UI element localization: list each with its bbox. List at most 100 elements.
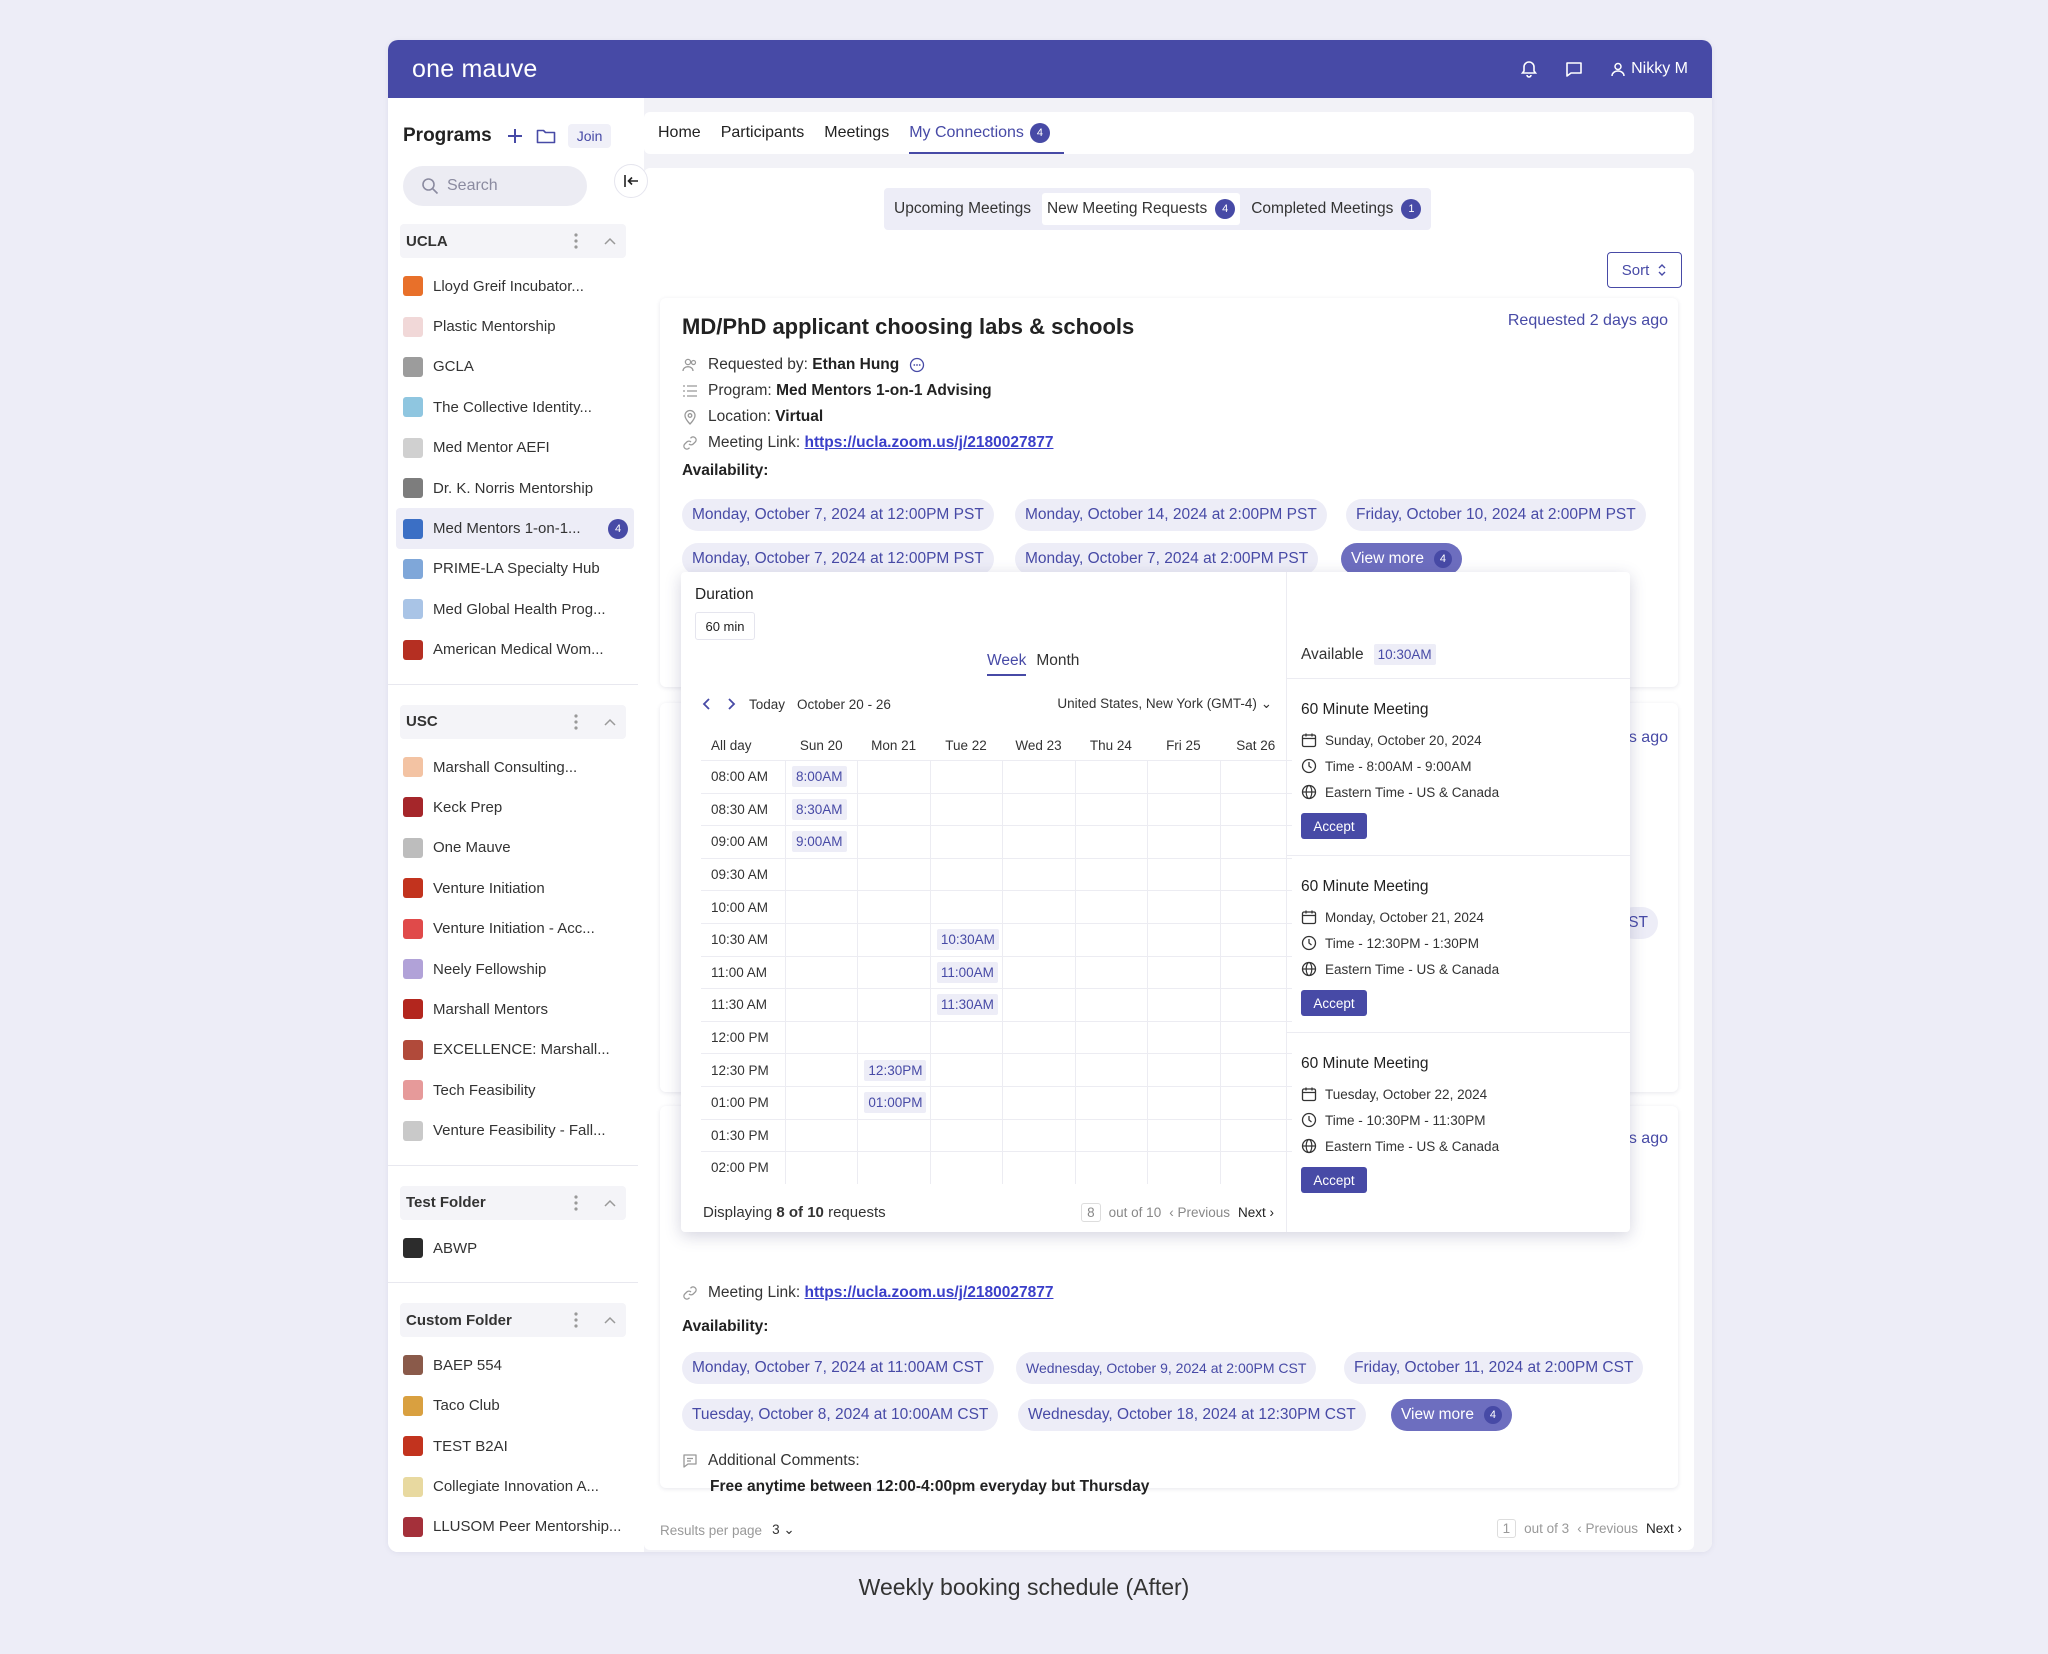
- program-item[interactable]: Marshall Consulting...: [388, 747, 638, 787]
- day-cell[interactable]: [857, 1152, 929, 1184]
- program-item[interactable]: Dr. K. Norris Mentorship: [388, 468, 638, 508]
- available-slot[interactable]: 10:30AM: [1373, 644, 1436, 665]
- tab-home[interactable]: Home: [658, 124, 701, 142]
- sort-button[interactable]: Sort: [1607, 252, 1682, 288]
- more-vertical-icon[interactable]: [574, 1312, 578, 1328]
- day-cell[interactable]: [1074, 761, 1147, 793]
- search-input[interactable]: Search: [403, 166, 587, 206]
- day-cell[interactable]: [929, 1054, 1002, 1086]
- availability-chip[interactable]: Friday, October 11, 2024 at 2:00PM CST: [1344, 1352, 1644, 1384]
- day-cell[interactable]: [857, 826, 929, 858]
- program-item[interactable]: BAEP 554: [388, 1345, 638, 1385]
- day-cell[interactable]: [785, 923, 857, 956]
- tab-meetings[interactable]: Meetings: [824, 124, 889, 142]
- day-cell[interactable]: [1074, 1152, 1147, 1184]
- program-item[interactable]: Taco Club: [388, 1386, 638, 1426]
- day-cell[interactable]: [1002, 1054, 1074, 1086]
- time-slot[interactable]: 11:30AM: [936, 994, 998, 1016]
- day-cell[interactable]: [929, 1086, 1002, 1119]
- day-cell[interactable]: [1219, 1021, 1292, 1054]
- day-cell[interactable]: [1219, 826, 1292, 858]
- day-cell[interactable]: [1074, 858, 1147, 891]
- previous-button[interactable]: ‹ Previous: [1169, 1205, 1230, 1220]
- next-button[interactable]: Next ›: [1238, 1205, 1274, 1220]
- more-vertical-icon[interactable]: [574, 1195, 578, 1211]
- page-number[interactable]: 8: [1081, 1203, 1101, 1222]
- day-cell[interactable]: [857, 793, 929, 826]
- day-cell[interactable]: [1002, 1021, 1074, 1054]
- day-cell[interactable]: 11:00AM: [929, 956, 1002, 989]
- day-cell[interactable]: [1219, 761, 1292, 793]
- day-cell[interactable]: [929, 891, 1002, 923]
- day-cell[interactable]: [857, 1021, 929, 1054]
- program-item[interactable]: Marshall Mentors: [388, 989, 638, 1029]
- availability-chip[interactable]: Monday, October 14, 2024 at 2:00PM PST: [1015, 499, 1327, 531]
- day-cell[interactable]: [1219, 1152, 1292, 1184]
- program-item[interactable]: Tech Feasibility: [388, 1070, 638, 1110]
- day-cell[interactable]: [929, 826, 1002, 858]
- group-header[interactable]: Custom Folder: [400, 1303, 626, 1338]
- program-item[interactable]: Med Global Health Prog...: [388, 589, 638, 629]
- program-item[interactable]: Plastic Mentorship: [388, 306, 638, 346]
- availability-chip[interactable]: Monday, October 7, 2024 at 2:00PM PST: [1015, 543, 1319, 575]
- collapse-sidebar-button[interactable]: [614, 164, 648, 198]
- time-slot[interactable]: 9:00AM: [792, 831, 847, 853]
- day-cell[interactable]: [929, 761, 1002, 793]
- day-cell[interactable]: [1147, 891, 1219, 923]
- time-slot[interactable]: 12:30PM: [864, 1059, 927, 1081]
- day-cell[interactable]: [1147, 826, 1219, 858]
- day-cell[interactable]: 11:30AM: [929, 989, 1002, 1021]
- program-item[interactable]: Med Mentors 1-on-1... 4: [396, 508, 634, 549]
- program-item[interactable]: Lloyd Greif Incubator...: [388, 266, 638, 306]
- day-cell[interactable]: [1002, 1119, 1074, 1152]
- program-item[interactable]: Med Mentor AEFI: [388, 428, 638, 468]
- accept-button[interactable]: Accept: [1301, 1167, 1367, 1193]
- chevron-up-icon[interactable]: [604, 1199, 616, 1207]
- program-item[interactable]: ABWP: [388, 1228, 638, 1268]
- duration-select[interactable]: 60 min: [695, 612, 755, 640]
- next-button[interactable]: Next ›: [1646, 1521, 1682, 1536]
- time-slot[interactable]: 01:00PM: [864, 1092, 927, 1114]
- group-header[interactable]: USC: [400, 704, 626, 739]
- program-item[interactable]: GCLA: [388, 347, 638, 387]
- day-cell[interactable]: [785, 1054, 857, 1086]
- day-cell[interactable]: [785, 1152, 857, 1184]
- day-cell[interactable]: [1074, 923, 1147, 956]
- more-vertical-icon[interactable]: [574, 714, 578, 730]
- add-icon[interactable]: [506, 127, 524, 145]
- availability-chip[interactable]: Wednesday, October 18, 2024 at 12:30PM C…: [1018, 1399, 1366, 1431]
- day-cell[interactable]: [929, 1152, 1002, 1184]
- time-slot[interactable]: 10:30AM: [936, 929, 999, 951]
- view-more-button[interactable]: View more 4: [1341, 543, 1462, 575]
- chevron-up-icon[interactable]: [604, 718, 616, 726]
- program-item[interactable]: The Collective Identity...: [388, 387, 638, 427]
- chevron-up-icon[interactable]: [604, 237, 616, 245]
- join-button[interactable]: Join: [567, 124, 612, 148]
- day-cell[interactable]: [1219, 1086, 1292, 1119]
- day-cell[interactable]: 12:30PM: [857, 1054, 929, 1086]
- day-cell[interactable]: [1074, 956, 1147, 989]
- program-item[interactable]: EXCELLENCE: Marshall...: [388, 1030, 638, 1070]
- day-cell[interactable]: [785, 891, 857, 923]
- day-cell[interactable]: [1147, 793, 1219, 826]
- day-cell[interactable]: [1002, 989, 1074, 1021]
- day-cell[interactable]: [1219, 1054, 1292, 1086]
- today-button[interactable]: Today: [749, 697, 785, 712]
- day-cell[interactable]: [857, 761, 929, 793]
- day-cell[interactable]: [1219, 891, 1292, 923]
- page-number[interactable]: 1: [1496, 1519, 1517, 1538]
- day-cell[interactable]: [1147, 1054, 1219, 1086]
- day-cell[interactable]: [857, 891, 929, 923]
- day-cell[interactable]: [1002, 1086, 1074, 1119]
- results-per-page-select[interactable]: 3 ⌄: [772, 1522, 795, 1538]
- day-cell[interactable]: [1219, 793, 1292, 826]
- day-cell[interactable]: 8:30AM: [785, 793, 857, 826]
- day-cell[interactable]: [857, 858, 929, 891]
- previous-button[interactable]: ‹ Previous: [1577, 1521, 1638, 1536]
- time-slot[interactable]: 11:00AM: [936, 961, 998, 983]
- program-item[interactable]: TEST B2AI: [388, 1426, 638, 1466]
- day-cell[interactable]: 01:00PM: [857, 1086, 929, 1119]
- day-cell[interactable]: [857, 1119, 929, 1152]
- day-cell[interactable]: [929, 793, 1002, 826]
- day-cell[interactable]: [1147, 761, 1219, 793]
